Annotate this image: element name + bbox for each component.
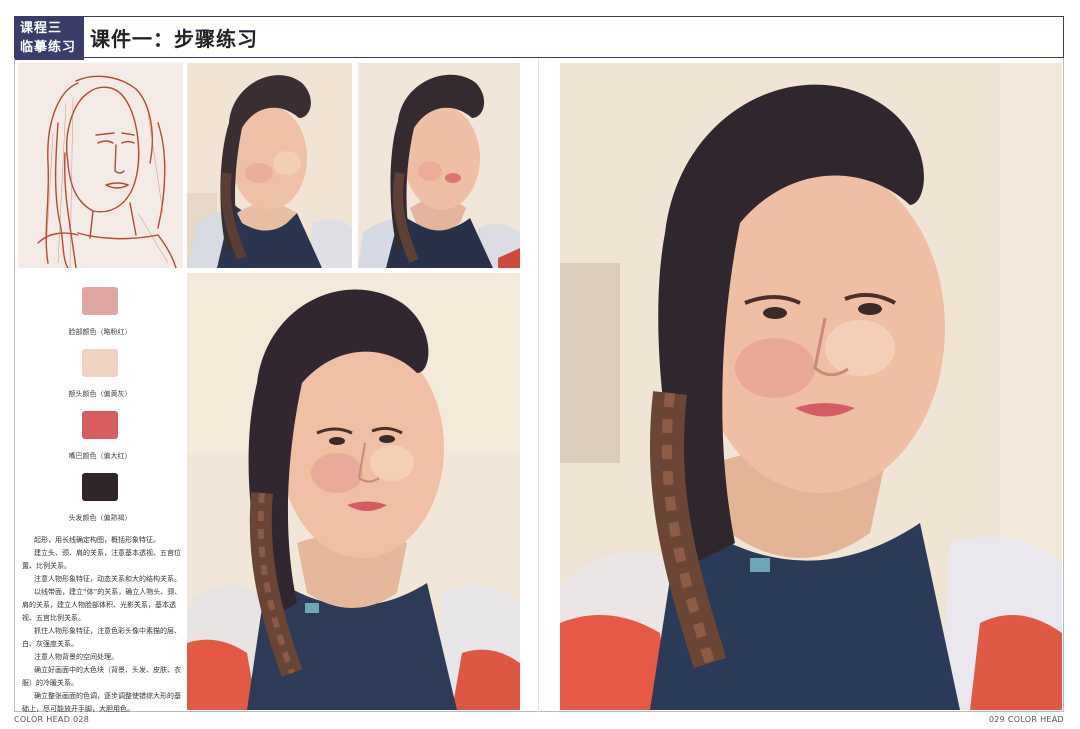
step-paragraph: 抓住人物形象特征，注意色彩头像中素描的层、白、灰强度关系。: [22, 627, 181, 648]
header-bar: 课件一：步骤练习: [84, 16, 1064, 58]
steps-text: 起形，用长线确定构图，概括形象特征。 建立头、颈、肩的关系，注意基本透视、五官位…: [22, 534, 184, 716]
swatch-face-label: 脸部颜色（略粉红）: [68, 328, 132, 336]
swatch-hair: 头发颜色（偏熟褐）: [40, 473, 160, 523]
step-shaping-image: [358, 63, 520, 268]
swatch-face: 脸部颜色（略粉红）: [40, 287, 160, 337]
step-paragraph: 确立整张画面的色调，逐步调整使错综大形的基础上，尽可能放开手脚，大胆用色。: [22, 692, 181, 713]
course-badge-line2: 临摹练习: [20, 40, 77, 55]
step-paragraph: 以线带面，建立“体”的关系，确立人物头、颈、肩的关系，建立人物脸部体积、光影关系…: [22, 588, 182, 622]
swatch-mouth-color: [82, 411, 118, 439]
swatch-forehead-color: [82, 349, 118, 377]
step-paragraph: 起形，用长线确定构图，概括形象特征。: [34, 536, 160, 544]
page-gutter: [538, 58, 539, 712]
step-paragraph: 建立头、颈、肩的关系，注意基本透视、五官位置、比例关系。: [22, 549, 181, 570]
step-paragraph: 确立好画面中的大色块（背景、头发、皮肤、衣服）的冷暖关系。: [22, 666, 181, 687]
course-badge-line1: 课程三: [20, 21, 63, 36]
swatch-mouth-label: 嘴巴颜色（偏大红）: [68, 452, 132, 460]
step-sketch-image: [18, 63, 183, 268]
swatch-hair-color: [82, 473, 118, 501]
step-refining-image: [187, 273, 520, 710]
swatch-face-color: [82, 287, 118, 315]
swatch-forehead: 额头颜色（偏黄灰）: [40, 349, 160, 399]
swatch-hair-label: 头发颜色（偏熟褐）: [68, 514, 132, 522]
footer-left-folio: COLOR HEAD 028: [14, 715, 90, 724]
footer-right-folio: 029 COLOR HEAD: [988, 715, 1064, 724]
swatch-forehead-label: 额头颜色（偏黄灰）: [68, 390, 132, 398]
page-title: 课件一：步骤练习: [90, 27, 258, 51]
step-paragraph: 注意人物背景的空间处理。: [34, 653, 118, 661]
step-blocking-image: [187, 63, 352, 268]
swatch-mouth: 嘴巴颜色（偏大红）: [40, 411, 160, 461]
final-portrait-image: [560, 63, 1062, 710]
course-badge: 课程三 临摹练习: [14, 16, 84, 60]
step-paragraph: 注意人物形象特征，动态关系和大的结构关系。: [34, 575, 181, 583]
